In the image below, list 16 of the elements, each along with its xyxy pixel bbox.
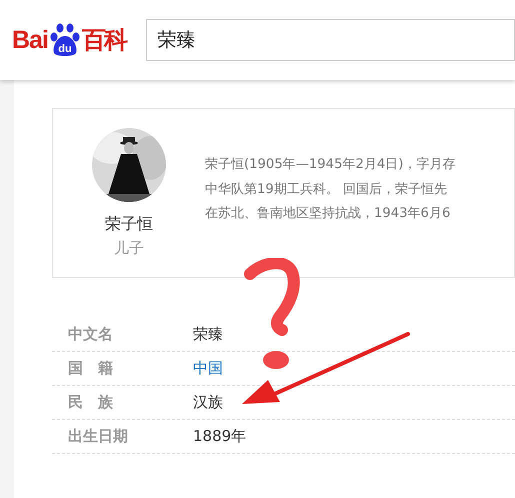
field-value: 荣臻 xyxy=(193,325,223,344)
relation-label: 儿子 xyxy=(114,238,144,258)
field-label: 中文名 xyxy=(67,325,114,344)
person-name[interactable]: 荣子恒 xyxy=(105,214,153,234)
summary-text: 荣子恒(1905年—1945年2月4日)，字月存 xyxy=(205,156,456,174)
field-label: 出生日期 xyxy=(67,427,129,446)
search-field[interactable]: 荣臻 xyxy=(146,19,515,61)
value-link[interactable]: 中国 xyxy=(193,359,223,378)
field-label: 国 籍 xyxy=(67,359,114,378)
field-label: 民 族 xyxy=(67,393,114,412)
field-value: 1889年 xyxy=(193,427,246,446)
logo-text[interactable]: Bai xyxy=(12,26,48,54)
logo-text[interactable]: 百科 xyxy=(82,24,126,56)
summary-text: 在苏北、鲁南地区坚持抗战，1943年6月6 xyxy=(205,205,452,223)
summary-text: 中华队第19期工兵科。 回国后，荣子恒先 xyxy=(205,180,448,198)
field-value: 汉族 xyxy=(193,393,223,412)
